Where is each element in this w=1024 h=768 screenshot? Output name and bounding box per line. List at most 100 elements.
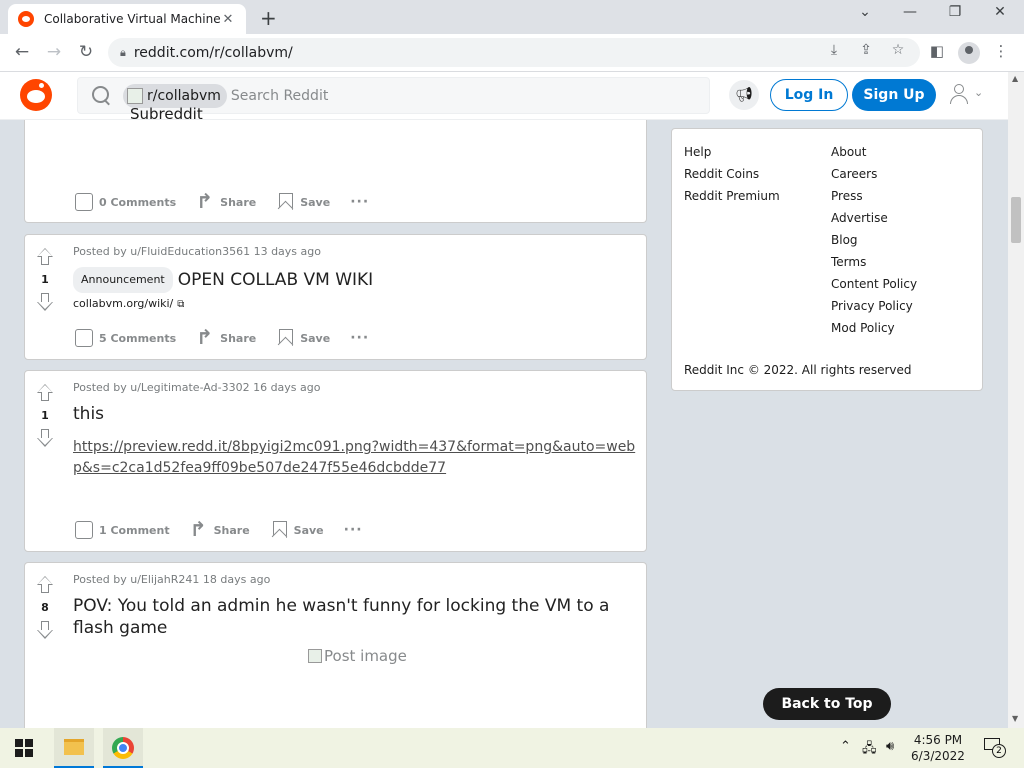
broken-image-icon (308, 649, 322, 663)
downvote-arrow-icon[interactable] (36, 428, 54, 448)
footer-link-help[interactable]: Help (684, 145, 780, 167)
post-card[interactable]: 1 Posted by u/FluidEducation3561 13 days… (24, 234, 647, 360)
scroll-up-arrow-icon[interactable]: ▲ (1012, 74, 1018, 83)
profile-avatar-icon[interactable] (958, 42, 980, 64)
footer-link-careers[interactable]: Careers (831, 167, 917, 189)
bookmark-icon (270, 521, 288, 539)
footer-links-card: Help Reddit Coins Reddit Premium About C… (671, 128, 983, 391)
post-title[interactable]: Announcement OPEN COLLAB VM WIKI (73, 267, 643, 293)
post-card[interactable]: 1 Posted by u/Legitimate-Ad-3302 16 days… (24, 370, 647, 552)
new-tab-button[interactable]: + (260, 6, 277, 30)
more-options-icon[interactable]: ··· (350, 330, 369, 346)
forward-arrow-icon[interactable]: → (42, 42, 66, 62)
bookmark-star-icon[interactable]: ☆ (888, 42, 908, 58)
scrollbar-thumb[interactable] (1011, 197, 1021, 243)
save-label: Save (300, 331, 331, 345)
user-menu-dropdown[interactable]: ⌄ (950, 84, 990, 108)
downvote-arrow-icon[interactable] (36, 620, 54, 640)
more-options-icon[interactable]: ··· (350, 194, 369, 210)
browser-tab[interactable]: Collaborative Virtual Machines! ✕ (8, 4, 246, 34)
user-icon (954, 84, 964, 94)
file-explorer-taskbar-button[interactable] (54, 728, 94, 768)
tab-search-icon[interactable]: ⌄ (850, 4, 880, 20)
minimize-button[interactable]: — (895, 4, 925, 20)
save-button[interactable]: Save (270, 521, 324, 539)
tab-close-icon[interactable]: ✕ (220, 12, 236, 27)
post-card[interactable]: 0 Comments Share Save ··· (24, 120, 647, 223)
chrome-taskbar-button[interactable] (103, 728, 143, 768)
scroll-down-arrow-icon[interactable]: ▼ (1012, 714, 1018, 723)
comment-icon (75, 193, 93, 211)
search-icon (92, 86, 111, 105)
address-url[interactable]: reddit.com/r/collabvm/ (134, 45, 293, 61)
share-page-icon[interactable]: ⇪ (856, 42, 876, 58)
footer-link-terms[interactable]: Terms (831, 255, 917, 277)
footer-link-reddit-premium[interactable]: Reddit Premium (684, 189, 780, 211)
share-button[interactable]: Share (196, 189, 257, 213)
notification-center-icon[interactable]: 2 (984, 738, 1006, 758)
search-bar[interactable]: r/collabvm Search Reddit Subreddit Icon (77, 77, 710, 138)
post-title[interactable]: this (73, 403, 643, 425)
post-domain-text[interactable]: collabvm.org/wiki/ (73, 297, 173, 310)
volume-icon[interactable]: 🔊︎ (886, 739, 894, 754)
back-arrow-icon[interactable]: ← (10, 42, 34, 62)
footer-link-press[interactable]: Press (831, 189, 917, 211)
share-button[interactable]: Share (196, 325, 256, 349)
side-panel-icon[interactable]: ◧ (926, 42, 948, 60)
share-button[interactable]: Share (190, 517, 250, 541)
windows-start-icon[interactable] (15, 739, 33, 757)
community-chip[interactable]: r/collabvm (123, 83, 227, 108)
post-meta[interactable]: Posted by u/Legitimate-Ad-3302 16 days a… (73, 381, 320, 394)
window-close-button[interactable]: ✕ (985, 4, 1015, 20)
save-button[interactable]: Save (276, 329, 330, 347)
footer-link-content-policy[interactable]: Content Policy (831, 277, 917, 299)
address-bar[interactable]: 🔒︎ reddit.com/r/collabvm/ (108, 38, 920, 67)
page-scrollbar[interactable]: ▲ ▼ (1008, 72, 1024, 728)
post-image[interactable]: Post image (308, 647, 407, 667)
vote-column: 1 (25, 247, 65, 312)
footer-link-about[interactable]: About (831, 145, 917, 167)
post-meta[interactable]: Posted by u/FluidEducation3561 13 days a… (73, 245, 321, 258)
chrome-icon (112, 737, 134, 759)
footer-link-privacy-policy[interactable]: Privacy Policy (831, 299, 917, 321)
external-link-icon: ⧉ (177, 299, 185, 310)
vote-column: 8 (25, 575, 65, 640)
system-clock[interactable]: 4:56 PM 6/3/2022 (908, 732, 968, 764)
more-options-icon[interactable]: ··· (344, 522, 363, 538)
post-title-text[interactable]: OPEN COLLAB VM WIKI (178, 270, 373, 290)
post-flair[interactable]: Announcement (73, 267, 173, 293)
footer-link-mod-policy[interactable]: Mod Policy (831, 321, 917, 343)
advertise-megaphone-icon[interactable]: 📢︎ (729, 80, 759, 110)
reddit-logo-icon[interactable] (20, 79, 52, 111)
footer-link-advertise[interactable]: Advertise (831, 211, 917, 233)
network-icon[interactable]: 🖧︎ (862, 739, 877, 761)
maximize-button[interactable]: ❐ (940, 4, 970, 20)
browser-menu-icon[interactable]: ⋮ (990, 42, 1012, 60)
comments-button[interactable]: 0 Comments (75, 193, 176, 211)
signup-button[interactable]: Sign Up (852, 79, 936, 111)
reload-icon[interactable]: ↻ (74, 42, 98, 62)
login-button[interactable]: Log In (770, 79, 848, 111)
upvote-arrow-icon[interactable] (36, 247, 54, 267)
share-label: Share (220, 195, 257, 209)
post-title[interactable]: POV: You told an admin he wasn't funny f… (73, 595, 643, 639)
show-hidden-icons-chevron-icon[interactable]: ⌃ (840, 739, 851, 754)
downvote-arrow-icon[interactable] (36, 292, 54, 312)
save-button[interactable]: Save (276, 193, 330, 211)
share-label: Share (213, 523, 250, 537)
comments-button[interactable]: 5 Comments (75, 329, 176, 347)
share-icon (196, 325, 214, 349)
search-input[interactable]: Search Reddit (231, 88, 328, 104)
tab-title: Collaborative Virtual Machines! (44, 12, 220, 26)
post-body-link[interactable]: https://preview.redd.it/8bpyigi2mc091.pn… (73, 437, 643, 479)
upvote-arrow-icon[interactable] (36, 383, 54, 403)
install-icon[interactable]: ⤓ (824, 42, 844, 58)
post-domain-link[interactable]: collabvm.org/wiki/ ⧉ (73, 297, 184, 310)
footer-link-reddit-coins[interactable]: Reddit Coins (684, 167, 780, 189)
post-meta[interactable]: Posted by u/ElijahR241 18 days ago (73, 573, 270, 586)
back-to-top-button[interactable]: Back to Top (763, 688, 891, 720)
footer-link-blog[interactable]: Blog (831, 233, 917, 255)
comments-button[interactable]: 1 Comment (75, 521, 170, 539)
post-card[interactable]: 8 Posted by u/ElijahR241 18 days ago POV… (24, 562, 647, 728)
upvote-arrow-icon[interactable] (36, 575, 54, 595)
